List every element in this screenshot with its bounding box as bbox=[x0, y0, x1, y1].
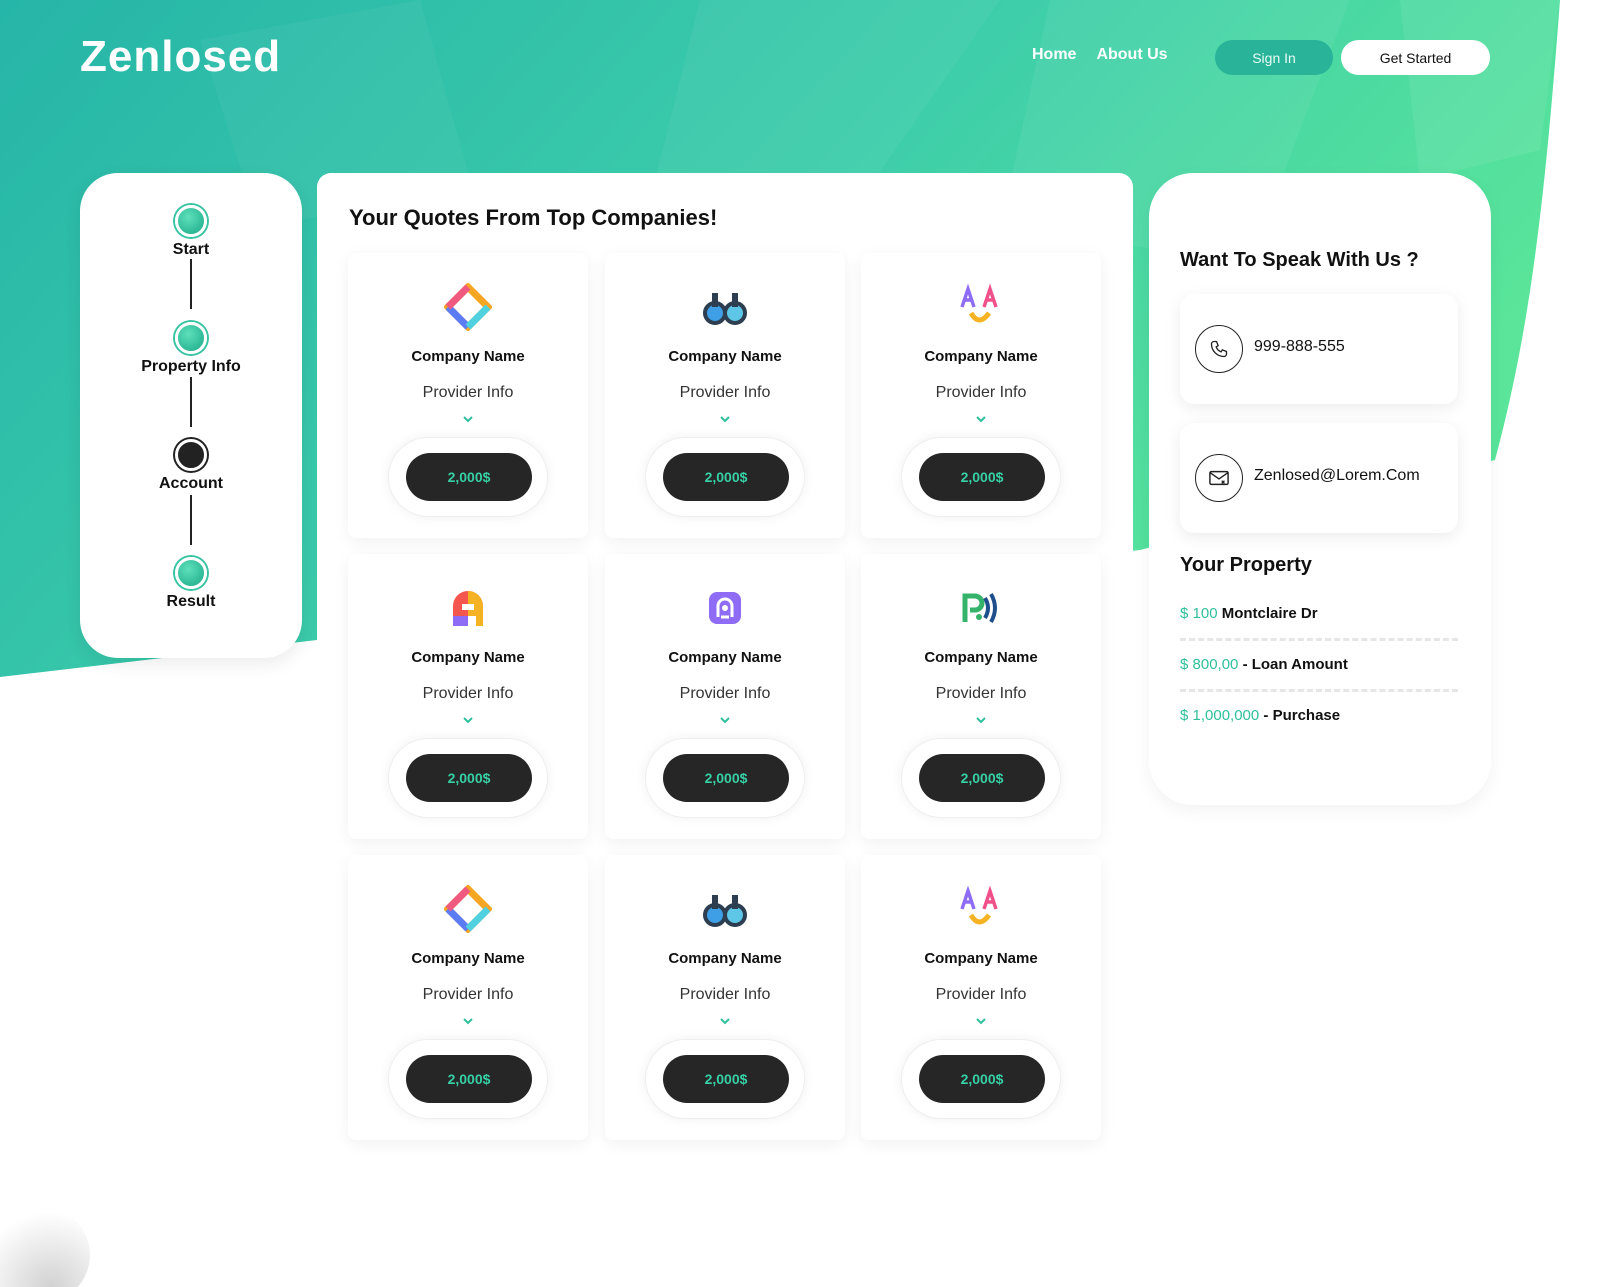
step-label: Start bbox=[172, 241, 210, 258]
chevron-down-icon[interactable] bbox=[972, 714, 990, 726]
provider-info: Provider Info bbox=[935, 986, 1027, 1003]
diamond-logo-icon bbox=[444, 885, 492, 933]
provider-info: Provider Info bbox=[679, 384, 771, 401]
phone-number[interactable]: 999-888-555 bbox=[1254, 338, 1345, 356]
price-button[interactable]: 2,000$ bbox=[919, 1055, 1045, 1103]
step-start[interactable]: Start bbox=[80, 205, 302, 259]
quote-card[interactable]: Company Name Provider Info 2,000$ bbox=[861, 855, 1101, 1140]
email-card[interactable]: Zenlosed@Lorem.Com bbox=[1180, 423, 1458, 533]
mail-icon bbox=[1195, 454, 1243, 502]
step-label: Result bbox=[166, 593, 216, 610]
quote-card[interactable]: Company Name Provider Info 2,000$ bbox=[605, 253, 845, 538]
loan-text: - Loan Amount bbox=[1242, 656, 1348, 673]
phone-icon bbox=[1195, 325, 1243, 373]
nav-about-link[interactable]: About Us bbox=[1096, 46, 1167, 64]
progress-stepper: Start Property Info Account Result bbox=[80, 173, 302, 658]
provider-info: Provider Info bbox=[422, 384, 514, 401]
contact-panel: Want To Speak With Us ? 999-888-555 Zenl… bbox=[1149, 173, 1491, 805]
company-name: Company Name bbox=[411, 649, 525, 666]
quote-card[interactable]: Company Name Provider Info 2,000$ bbox=[348, 554, 588, 839]
price-button[interactable]: 2,000$ bbox=[663, 1055, 789, 1103]
chevron-down-icon[interactable] bbox=[459, 1015, 477, 1027]
price-button[interactable]: 2,000$ bbox=[406, 453, 532, 501]
provider-info: Provider Info bbox=[679, 986, 771, 1003]
address-amount: $ 100 bbox=[1180, 605, 1218, 622]
contact-title: Want To Speak With Us ? bbox=[1180, 249, 1419, 271]
divider bbox=[1180, 638, 1458, 641]
main-nav: Home About Us bbox=[1032, 46, 1168, 64]
quotes-title: Your Quotes From Top Companies! bbox=[349, 205, 718, 230]
chevron-down-icon[interactable] bbox=[716, 714, 734, 726]
binoculars-logo-icon bbox=[703, 293, 747, 325]
step-dot bbox=[175, 205, 207, 237]
provider-info: Provider Info bbox=[422, 986, 514, 1003]
email-address[interactable]: Zenlosed@Lorem.Com bbox=[1254, 467, 1420, 485]
step-connector bbox=[190, 259, 192, 309]
quote-card[interactable]: Company Name Provider Info 2,000$ bbox=[605, 855, 845, 1140]
provider-info: Provider Info bbox=[935, 685, 1027, 702]
company-name: Company Name bbox=[668, 950, 782, 967]
company-name: Company Name bbox=[411, 950, 525, 967]
provider-info: Provider Info bbox=[935, 384, 1027, 401]
purchase-text: - Purchase bbox=[1263, 707, 1341, 724]
quotes-panel: Your Quotes From Top Companies! Company … bbox=[317, 173, 1133, 1158]
company-name: Company Name bbox=[924, 649, 1038, 666]
chevron-down-icon[interactable] bbox=[459, 714, 477, 726]
phone-card[interactable]: 999-888-555 bbox=[1180, 294, 1458, 404]
step-dot bbox=[175, 557, 207, 589]
chevron-down-icon[interactable] bbox=[972, 413, 990, 425]
step-result[interactable]: Result bbox=[80, 557, 302, 611]
step-account[interactable]: Account bbox=[80, 439, 302, 493]
company-name: Company Name bbox=[924, 950, 1038, 967]
step-connector bbox=[190, 495, 192, 545]
sign-in-button[interactable]: Sign In bbox=[1215, 40, 1333, 75]
loan-amount: $ 800,00 bbox=[1180, 656, 1239, 673]
company-name: Company Name bbox=[668, 348, 782, 365]
property-loan: $ 800,00 - Loan Amount bbox=[1180, 656, 1458, 673]
purchase-amount: $ 1,000,000 bbox=[1180, 707, 1260, 724]
nav-home-link[interactable]: Home bbox=[1032, 46, 1076, 64]
price-button[interactable]: 2,000$ bbox=[919, 754, 1045, 802]
divider bbox=[1180, 689, 1458, 692]
provider-info: Provider Info bbox=[679, 685, 771, 702]
company-name: Company Name bbox=[668, 649, 782, 666]
diamond-logo-icon bbox=[444, 283, 492, 331]
step-dot bbox=[175, 439, 207, 471]
purple-badge-logo-icon bbox=[709, 592, 741, 624]
property-address: $ 100 Montclaire Dr bbox=[1180, 605, 1458, 622]
binoculars-logo-icon bbox=[703, 895, 747, 927]
step-label: Account bbox=[159, 475, 223, 492]
aa-smile-logo-icon bbox=[960, 885, 998, 925]
chevron-down-icon[interactable] bbox=[459, 413, 477, 425]
price-button[interactable]: 2,000$ bbox=[406, 754, 532, 802]
chevron-down-icon[interactable] bbox=[972, 1015, 990, 1027]
p-signal-logo-icon bbox=[962, 593, 997, 623]
step-label: Property Info bbox=[141, 358, 241, 375]
quote-card[interactable]: Company Name Provider Info 2,000$ bbox=[348, 855, 588, 1140]
step-dot bbox=[175, 322, 207, 354]
price-button[interactable]: 2,000$ bbox=[919, 453, 1045, 501]
price-button[interactable]: 2,000$ bbox=[663, 754, 789, 802]
brand-logo[interactable]: Zenlosed bbox=[80, 32, 281, 82]
property-title: Your Property bbox=[1180, 554, 1312, 576]
step-property-info[interactable]: Property Info bbox=[80, 322, 302, 376]
quote-card[interactable]: Company Name Provider Info 2,000$ bbox=[605, 554, 845, 839]
company-name: Company Name bbox=[924, 348, 1038, 365]
quote-card[interactable]: Company Name Provider Info 2,000$ bbox=[861, 253, 1101, 538]
provider-info: Provider Info bbox=[422, 685, 514, 702]
aa-smile-logo-icon bbox=[960, 283, 998, 323]
step-connector bbox=[190, 377, 192, 427]
chevron-down-icon[interactable] bbox=[716, 413, 734, 425]
a-letter-logo-icon bbox=[453, 591, 483, 626]
get-started-button[interactable]: Get Started bbox=[1341, 40, 1490, 75]
decorative-shadow bbox=[0, 1200, 90, 1287]
quote-card[interactable]: Company Name Provider Info 2,000$ bbox=[348, 253, 588, 538]
chevron-down-icon[interactable] bbox=[716, 1015, 734, 1027]
address-text: Montclaire Dr bbox=[1221, 605, 1318, 622]
quote-card[interactable]: Company Name Provider Info 2,000$ bbox=[861, 554, 1101, 839]
property-purchase: $ 1,000,000 - Purchase bbox=[1180, 707, 1458, 724]
price-button[interactable]: 2,000$ bbox=[406, 1055, 532, 1103]
price-button[interactable]: 2,000$ bbox=[663, 453, 789, 501]
company-name: Company Name bbox=[411, 348, 525, 365]
